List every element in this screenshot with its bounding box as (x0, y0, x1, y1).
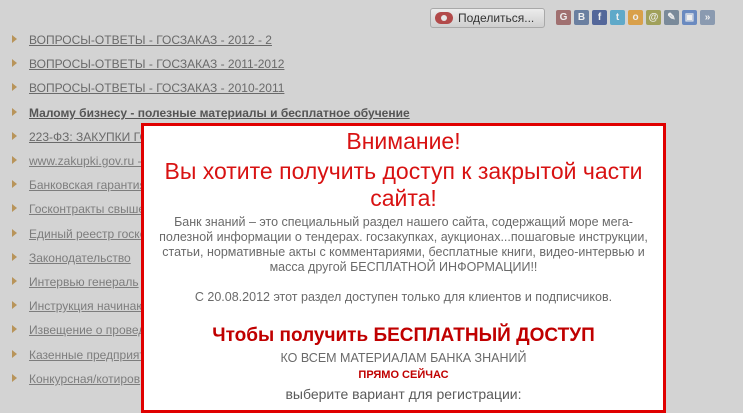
bullet-arrow-icon (12, 108, 17, 116)
link-text[interactable]: Законодательство (29, 249, 131, 267)
link-text[interactable]: 223-ФЗ: ЗАКУПКИ ГО (29, 128, 149, 146)
bullet-arrow-icon (12, 350, 17, 358)
bullet-arrow-icon (12, 301, 17, 309)
link-text[interactable]: Малому бизнесу - полезные материалы и бе… (29, 104, 410, 122)
bullet-arrow-icon (12, 35, 17, 43)
bullet-arrow-icon (12, 277, 17, 285)
share-icon (435, 12, 453, 24)
link-text[interactable]: ВОПРОСЫ-ОТВЕТЫ - ГОСЗАКАЗ - 2010-2011 (29, 79, 284, 97)
bullet-arrow-icon (12, 253, 17, 261)
livejournal-icon[interactable]: ✎ (664, 10, 679, 25)
link-text[interactable]: Единый реестр госко (29, 225, 146, 243)
modal-all-materials: КО ВСЕМ МАТЕРИАЛАМ БАНКА ЗНАНИЙ (280, 351, 527, 365)
more-icon[interactable]: » (700, 10, 715, 25)
twitter-icon[interactable]: t (610, 10, 625, 25)
bullet-arrow-icon (12, 83, 17, 91)
share-button[interactable]: Поделиться... (430, 8, 545, 28)
bullet-arrow-icon (12, 204, 17, 212)
link-text[interactable]: Извещение о провед (29, 321, 145, 339)
modal-description: Банк знаний – это специальный раздел наш… (159, 215, 648, 274)
link-text[interactable]: Банковская гарантия (29, 176, 146, 194)
modal-cta-heading: Чтобы получить БЕСПЛАТНЫЙ ДОСТУП (212, 325, 595, 346)
modal-right-now: ПРЯМО СЕЙЧАС (358, 369, 449, 381)
google-icon[interactable]: G (556, 10, 571, 25)
link-text[interactable]: Инструкция начинаю (29, 297, 145, 315)
modal-date-notice: С 20.08.2012 этот раздел доступен только… (194, 290, 613, 304)
modal-subtitle: Вы хотите получить доступ к закрытой час… (164, 158, 643, 211)
link-text[interactable]: Конкурсная/котиров (29, 370, 140, 388)
bullet-arrow-icon (12, 374, 17, 382)
bullet-arrow-icon (12, 59, 17, 67)
vkontakte-icon[interactable]: B (574, 10, 589, 25)
modal-title: Внимание! (346, 128, 461, 154)
bullet-arrow-icon (12, 325, 17, 333)
link-text[interactable]: ВОПРОСЫ-ОТВЕТЫ - ГОСЗАКАЗ - 2011-2012 (29, 55, 284, 73)
share-button-label: Поделиться... (458, 11, 535, 25)
bullet-arrow-icon (12, 229, 17, 237)
bullet-arrow-icon (12, 132, 17, 140)
facebook-icon[interactable]: f (592, 10, 607, 25)
link-text[interactable]: Казенные предприят (29, 346, 145, 364)
link-text[interactable]: ВОПРОСЫ-ОТВЕТЫ - ГОСЗАКАЗ - 2012 - 2 (29, 31, 272, 49)
bullet-arrow-icon (12, 156, 17, 164)
link-text[interactable]: Госконтракты свыше (29, 200, 145, 218)
page-background: Поделиться... G Bf t о @ ✎ ▣» ВОПРОСЫ-ОТВЕТЫ -… (0, 0, 743, 413)
access-modal: Внимание! Вы хотите получить доступ к за… (141, 123, 666, 413)
bullet-arrow-icon (12, 180, 17, 188)
bookmark-icon[interactable]: ▣ (682, 10, 697, 25)
modal-choose-option: выберите вариант для регистрации: (285, 386, 522, 402)
odnoklassniki-icon[interactable]: о (628, 10, 643, 25)
moimir-icon[interactable]: @ (646, 10, 661, 25)
link-text[interactable]: www.zakupki.gov.ru - (29, 152, 141, 170)
link-text[interactable]: Интервью генераль (29, 273, 139, 291)
